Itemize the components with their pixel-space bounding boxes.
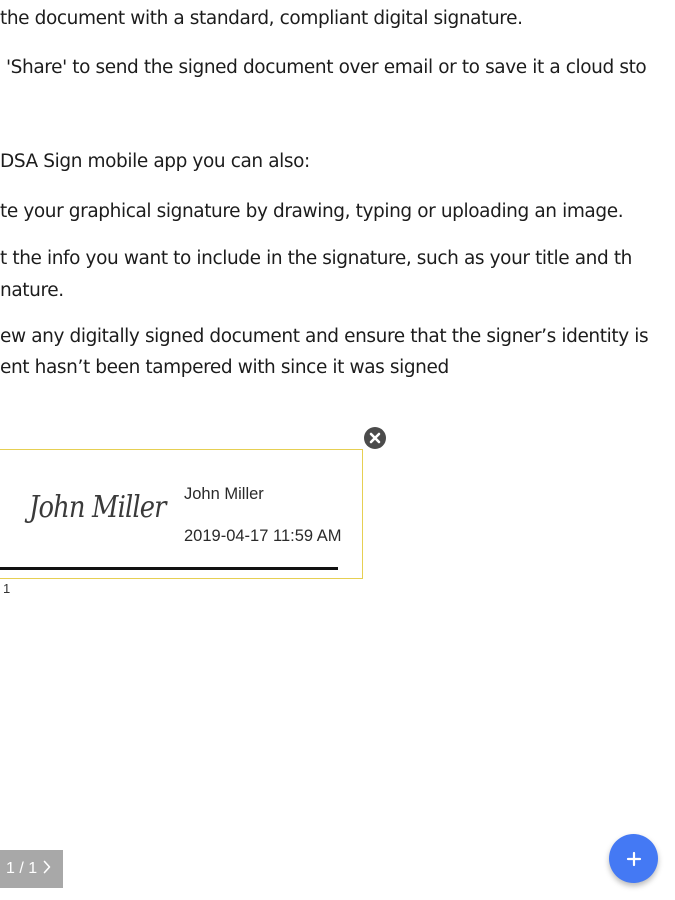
signer-name: John Miller xyxy=(184,485,264,503)
add-signature-button[interactable] xyxy=(609,834,658,883)
signature-line xyxy=(0,567,338,570)
document-text-line: t the info you want to include in the si… xyxy=(0,248,632,269)
signature-field[interactable]: John Miller John Miller 2019-04-17 11:59… xyxy=(0,449,363,579)
page-indicator-label: 1 / 1 xyxy=(6,860,38,877)
document-text-line: te your graphical signature by drawing, … xyxy=(0,201,624,222)
remove-signature-button[interactable] xyxy=(364,427,386,449)
signature-timestamp: 2019-04-17 11:59 AM xyxy=(184,527,342,545)
chevron-right-icon xyxy=(43,860,51,879)
document-text-line: DSA Sign mobile app you can also: xyxy=(0,151,310,172)
close-circle-icon xyxy=(369,432,381,444)
page-indicator-button[interactable]: 1 / 1 xyxy=(0,850,63,888)
document-text-line: nature. xyxy=(0,280,64,301)
signature-caption: 1 xyxy=(3,581,11,596)
document-text-line: the document with a standard, compliant … xyxy=(0,8,523,29)
plus-icon xyxy=(626,851,641,866)
document-text-line: 'Share' to send the signed document over… xyxy=(6,57,647,78)
document-text-line: ew any digitally signed document and ens… xyxy=(0,326,649,347)
handwritten-signature: John Miller xyxy=(29,490,166,525)
document-text-line: ent hasn’t been tampered with since it w… xyxy=(0,357,449,378)
